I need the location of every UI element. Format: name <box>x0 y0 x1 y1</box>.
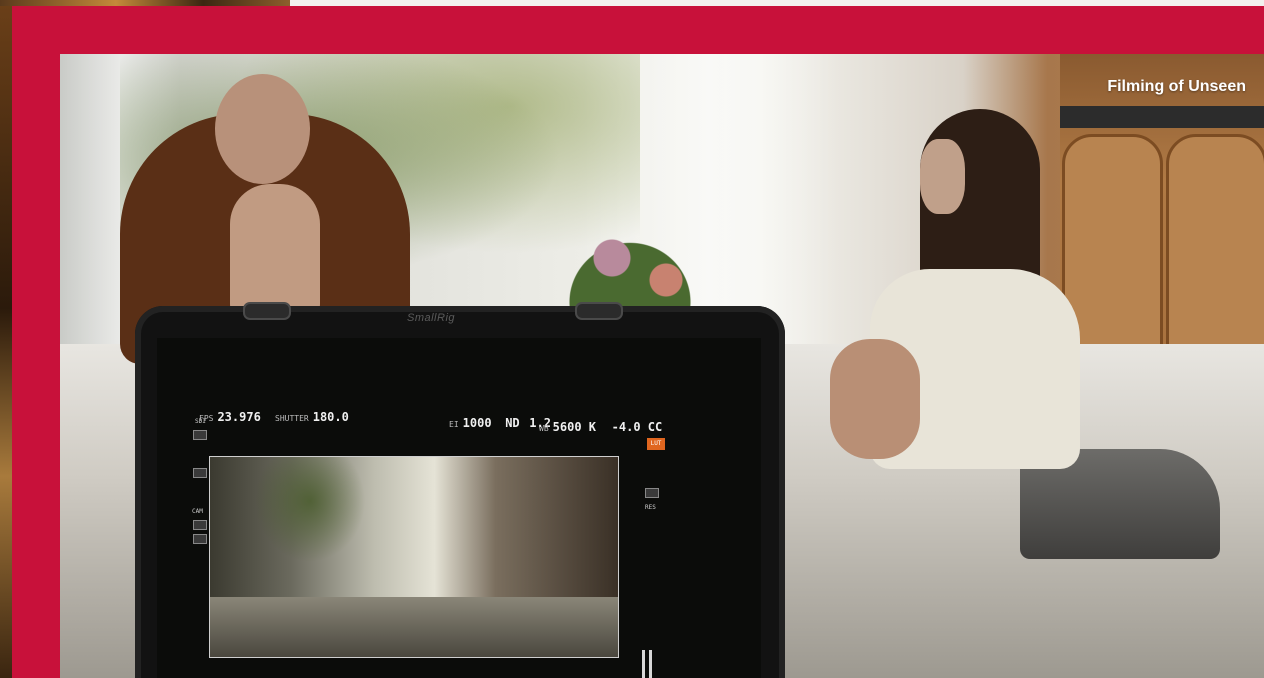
monitor-screen: FPS 23.976 SHUTTER 180.0 EI 1000 ND 1.2 WB 5… <box>157 338 761 678</box>
lut-badge: LUT <box>647 438 665 450</box>
cc-value: -4.0 CC <box>611 420 663 434</box>
filming-photo: SmallRig FPS 23.976 SHUTTER 180.0 EI 1000 N… <box>60 54 1264 678</box>
preview-table <box>210 597 618 657</box>
adjacent-photo-edge <box>0 0 290 6</box>
image-preview-frame <box>209 456 619 658</box>
fps-value: 23.976 <box>217 410 261 424</box>
fps-readout: FPS 23.976 <box>199 406 261 425</box>
ei-label: EI <box>449 420 459 429</box>
shutter-label: SHUTTER <box>275 414 309 423</box>
seated-woman <box>830 109 1080 469</box>
shutter-value: 180.0 <box>312 410 349 424</box>
record-indicator <box>645 488 659 498</box>
ei-readout: EI 1000 ND 1.2 <box>449 412 551 431</box>
countertop <box>1060 106 1264 128</box>
nd-label: ND <box>505 416 520 430</box>
input-indicator <box>193 468 207 478</box>
audio-meter <box>649 650 652 678</box>
sdi-label: SDI <box>195 418 206 425</box>
man-head <box>215 74 310 184</box>
cam-indicator <box>193 520 207 530</box>
sdi-indicator <box>193 430 207 440</box>
cam-label: CAM <box>192 508 203 515</box>
wb-label: WB <box>539 424 549 433</box>
top-strip <box>0 0 1264 6</box>
field-monitor: SmallRig FPS 23.976 SHUTTER 180.0 EI 1000 N… <box>135 302 785 678</box>
monitor-mount-knob <box>575 302 623 320</box>
shutter-readout: SHUTTER 180.0 <box>275 406 349 425</box>
adjacent-photo-edge-left <box>0 6 12 678</box>
photo-caption: Filming of Unseen <box>1107 78 1246 95</box>
preview-plant <box>250 457 370 567</box>
wb-readout: WB 5600 K -4.0 CC <box>539 416 662 435</box>
wb-value: 5600 K <box>552 420 596 434</box>
audio-meter <box>642 650 645 678</box>
cam-indicator <box>193 534 207 544</box>
res-label: RES <box>645 504 656 511</box>
ei-value: 1000 <box>462 416 492 430</box>
woman-arm <box>830 339 920 459</box>
woman-face <box>920 139 965 214</box>
monitor-brand: SmallRig <box>407 312 456 324</box>
monitor-mount-knob <box>243 302 291 320</box>
